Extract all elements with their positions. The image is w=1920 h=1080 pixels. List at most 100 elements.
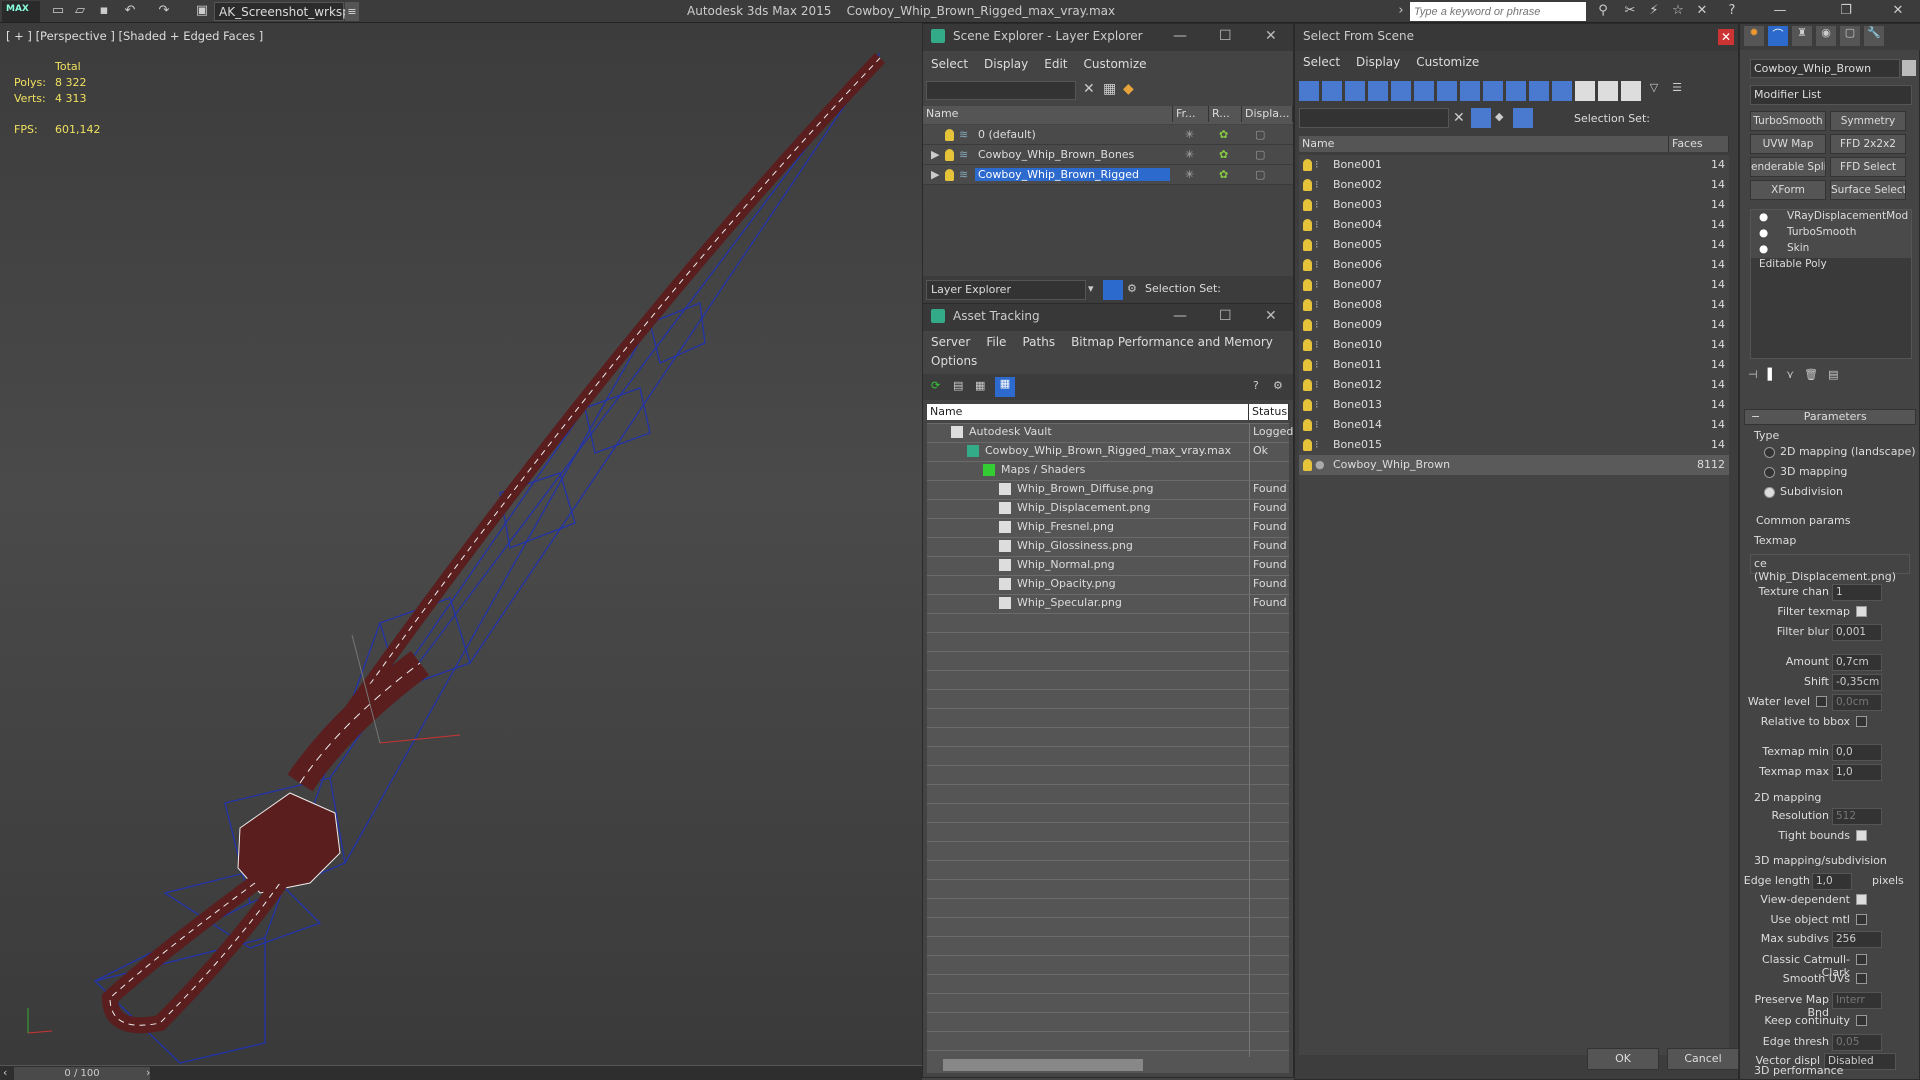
type-subdivision-radio[interactable] [1764,487,1775,498]
col-faces[interactable]: Faces [1669,136,1729,152]
lightbulb-icon[interactable] [945,129,954,141]
lightbulb-icon[interactable] [1303,419,1312,431]
menu-edit[interactable]: Edit [1036,54,1075,76]
col-render[interactable]: R... [1209,106,1242,122]
modifier-stack-item[interactable]: ● Skin [1751,242,1911,258]
object-color-swatch[interactable] [1902,60,1916,76]
classic-cc-checkbox[interactable] [1856,954,1867,965]
edge-length-spinner[interactable]: 1,0 [1812,873,1852,890]
asset-row[interactable]: Whip_Fresnel.png Found [927,518,1289,537]
find-filter-icon[interactable] [1471,108,1491,128]
layers-icon[interactable]: ◆ [1123,81,1134,97]
object-row[interactable]: ⁝ Bone004 14 [1299,215,1729,235]
lightbulb-icon[interactable] [1303,259,1312,271]
menu-select[interactable]: Select [923,54,976,76]
next-frame-icon[interactable]: › [146,1066,150,1079]
funnel-icon[interactable]: ▽ [1644,81,1664,101]
list-view-icon[interactable]: ▤ [953,379,963,392]
remove-modifier-icon[interactable]: 🗑 [1804,368,1818,385]
menu-customize[interactable]: Customize [1076,54,1155,76]
show-end-result-icon[interactable]: ▌ [1768,368,1776,385]
binoculars-icon[interactable]: ⚲ [1595,3,1611,19]
layer-row[interactable]: ▶ ≋ Cowboy_Whip_Brown_Bones ✳ ✿ ▢ [923,145,1293,165]
filter-lights-icon[interactable] [1345,81,1365,101]
lightbulb-icon[interactable] [1303,299,1312,311]
close-icon[interactable]: ✕ [1265,28,1277,44]
object-row[interactable]: ● Cowboy_Whip_Brown 8112 [1299,455,1729,475]
freeze-icon[interactable]: ✳ [1185,128,1194,141]
menu-display[interactable]: Display [1348,52,1408,74]
bulb-icon[interactable]: ● [1759,227,1768,239]
filter-containers-icon[interactable] [1506,81,1526,101]
menu-options[interactable]: Options [923,351,985,373]
object-row[interactable]: ⁝ Bone012 14 [1299,375,1729,395]
refresh-icon[interactable]: ⟳ [931,379,940,392]
col-freeze[interactable]: Fr... [1173,106,1209,122]
display-icon[interactable]: ▢ [1255,148,1265,161]
filter-frozen-icon[interactable] [1529,81,1549,101]
filter-invert-icon[interactable] [1621,81,1641,101]
expand-arrow-icon[interactable]: ▶ [931,148,939,161]
freeze-icon[interactable]: ✳ [1185,148,1194,161]
motion-tab-icon[interactable]: ◉ [1816,26,1836,46]
type-3d-radio[interactable] [1764,467,1775,478]
close-icon[interactable]: ✕ [1265,308,1277,324]
scene-explorer-filter-input[interactable] [926,81,1076,100]
prev-frame-icon[interactable]: ‹ [3,1066,7,1079]
signin-icon[interactable]: ⚡ [1646,3,1662,19]
col-name[interactable]: Name [1299,136,1669,152]
redo-icon[interactable]: ↷ [156,3,172,19]
type-2d-radio[interactable] [1764,447,1775,458]
filter-all-icon[interactable] [1575,81,1595,101]
modifier-button[interactable]: FFD Select [1830,157,1906,177]
minimize-icon[interactable]: — [1772,3,1788,19]
minimize-icon[interactable]: — [1173,28,1187,44]
amount-spinner[interactable]: 0,7cm [1832,654,1882,671]
modifier-button[interactable]: Surface Select [1830,180,1906,200]
workspace-dropdown[interactable]: AK_Screenshot_wrksp [214,2,350,21]
col-status[interactable]: Status [1249,404,1289,420]
modifier-button[interactable]: UVW Map [1750,134,1826,154]
select-from-scene-titlebar[interactable]: Select From Scene ✕ [1295,24,1738,51]
layers-icon[interactable]: ◆ [1495,110,1503,123]
utilities-tab-icon[interactable]: 🔧 [1864,26,1884,46]
modifier-button[interactable]: XForm [1750,180,1826,200]
lightbulb-icon[interactable] [1303,339,1312,351]
object-row[interactable]: ⁝ Bone013 14 [1299,395,1729,415]
project-folder-icon[interactable]: ▣ [194,3,210,19]
modifier-button[interactable]: TurboSmooth [1750,111,1826,131]
lightbulb-icon[interactable] [1303,439,1312,451]
filter-texmap-checkbox[interactable] [1856,606,1867,617]
explorer-type-dropdown[interactable]: Layer Explorer [926,280,1086,300]
tight-bounds-checkbox[interactable] [1856,830,1867,841]
col-display[interactable]: Displa... [1242,106,1293,122]
filter-geometry-icon[interactable] [1299,81,1319,101]
use-object-mtl-checkbox[interactable] [1856,914,1867,925]
display-tab-icon[interactable]: ▢ [1840,26,1860,46]
filter-helpers-icon[interactable] [1391,81,1411,101]
object-row[interactable]: ⁝ Bone002 14 [1299,175,1729,195]
filter-shapes-icon[interactable] [1322,81,1342,101]
modifier-button[interactable]: Symmetry [1830,111,1906,131]
help-icon[interactable]: ? [1253,379,1259,392]
render-icon[interactable]: ✿ [1219,168,1228,181]
layer-row[interactable]: ▶ ≋ Cowboy_Whip_Brown_Rigged ✳ ✿ ▢ [923,165,1293,185]
water-level-spinner[interactable]: 0,0cm [1832,694,1882,711]
modifier-stack-item[interactable]: ● TurboSmooth [1751,226,1911,242]
pin-stack-icon[interactable]: ⊣ [1748,368,1758,385]
filter-icon[interactable]: ▦ [1103,81,1116,97]
layer-name[interactable]: Cowboy_Whip_Brown_Bones [975,148,1137,161]
edge-thresh-spinner[interactable]: 0,05 [1832,1034,1882,1051]
create-tab-icon[interactable]: ✹ [1744,26,1764,46]
menu-display[interactable]: Display [976,54,1036,76]
settings-icon[interactable]: ⚙ [1273,379,1283,392]
filter-cameras-icon[interactable] [1368,81,1388,101]
asset-row[interactable]: Whip_Glossiness.png Found [927,537,1289,556]
lightbulb-icon[interactable] [1303,459,1312,471]
perspective-viewport[interactable]: [ + ] [Perspective ] [Shaded + Edged Fac… [0,23,922,1065]
filter-groups-icon[interactable] [1437,81,1457,101]
filter-xrefs-icon[interactable] [1460,81,1480,101]
object-row[interactable]: ⁝ Bone010 14 [1299,335,1729,355]
layer-row[interactable]: ≋ 0 (default) ✳ ✿ ▢ [923,125,1293,145]
render-icon[interactable]: ✿ [1219,128,1228,141]
